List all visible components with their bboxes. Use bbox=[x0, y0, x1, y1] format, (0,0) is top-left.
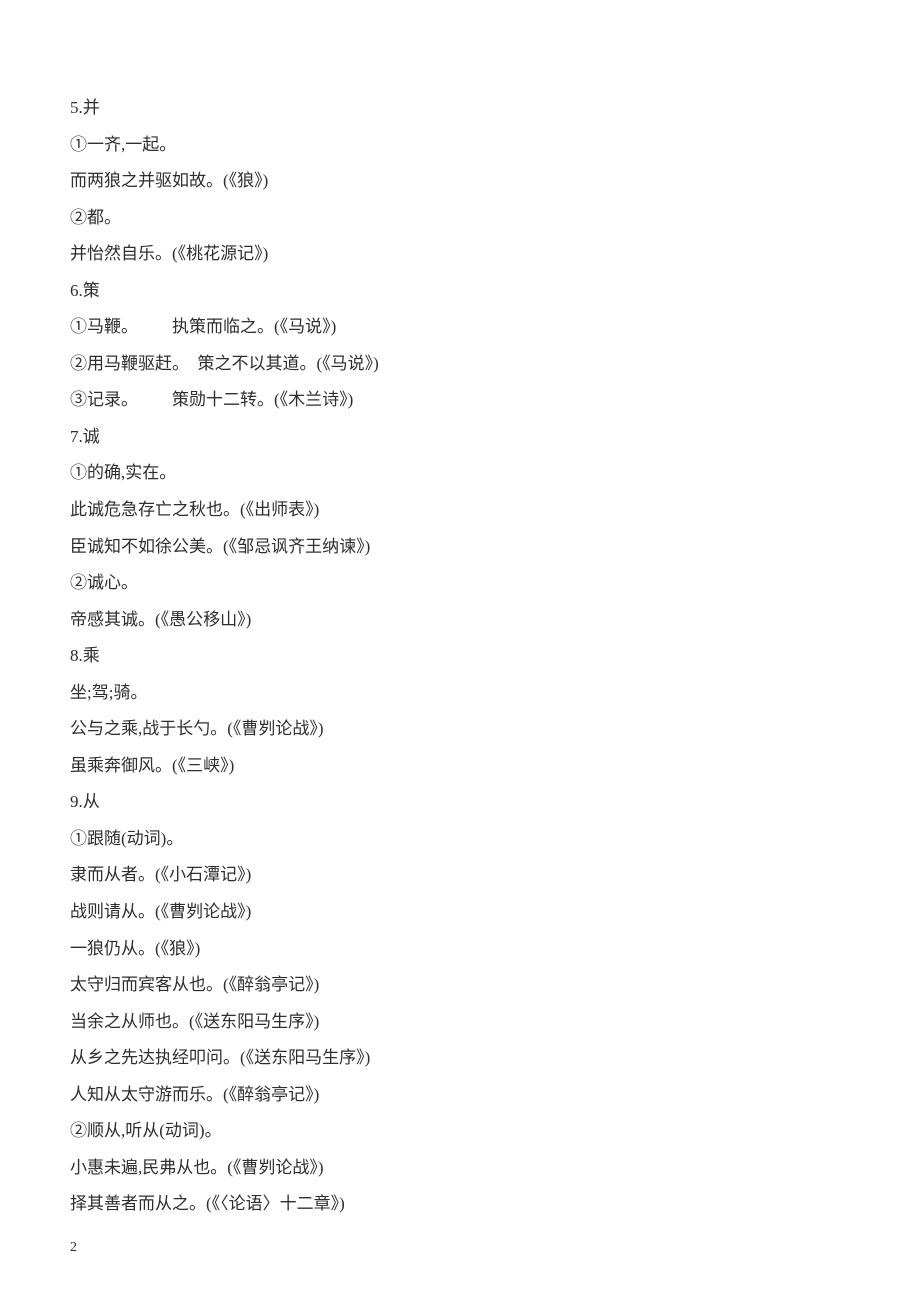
text-line: ①的确,实在。 bbox=[70, 455, 850, 492]
text-line: 7.诚 bbox=[70, 419, 850, 456]
text-line: 此诚危急存亡之秋也。(《出师表》) bbox=[70, 492, 850, 529]
text-line: ①一齐,一起。 bbox=[70, 127, 850, 164]
text-line: 而两狼之并驱如故。(《狼》) bbox=[70, 163, 850, 200]
text-line: 5.并 bbox=[70, 90, 850, 127]
document-page: 5.并①一齐,一起。而两狼之并驱如故。(《狼》)②都。并怡然自乐。(《桃花源记》… bbox=[0, 0, 920, 1303]
text-line: 战则请从。(《曹刿论战》) bbox=[70, 894, 850, 931]
text-line: 小惠未遍,民弗从也。(《曹刿论战》) bbox=[70, 1150, 850, 1187]
page-number: 2 bbox=[70, 1233, 850, 1263]
text-line: ②都。 bbox=[70, 200, 850, 237]
text-line: ①跟随(动词)。 bbox=[70, 821, 850, 858]
text-line: 并怡然自乐。(《桃花源记》) bbox=[70, 236, 850, 273]
text-line: 帝感其诚。(《愚公移山》) bbox=[70, 602, 850, 639]
text-line: 臣诚知不如徐公美。(《邹忌讽齐王纳谏》) bbox=[70, 529, 850, 566]
text-line: ③记录。 策勋十二转。(《木兰诗》) bbox=[70, 382, 850, 419]
text-line: 当余之从师也。(《送东阳马生序》) bbox=[70, 1004, 850, 1041]
text-line: 坐;驾;骑。 bbox=[70, 675, 850, 712]
text-line: 太守归而宾客从也。(《醉翁亭记》) bbox=[70, 967, 850, 1004]
text-line: 6.策 bbox=[70, 273, 850, 310]
text-line: 隶而从者。(《小石潭记》) bbox=[70, 857, 850, 894]
text-line: 公与之乘,战于长勺。(《曹刿论战》) bbox=[70, 711, 850, 748]
text-line: ②顺从,听从(动词)。 bbox=[70, 1113, 850, 1150]
text-line: ②用马鞭驱赶。 策之不以其道。(《马说》) bbox=[70, 346, 850, 383]
text-line: 择其善者而从之。(《〈论语〉十二章》) bbox=[70, 1186, 850, 1223]
text-line: 一狼仍从。(《狼》) bbox=[70, 931, 850, 968]
text-line: 从乡之先达执经叩问。(《送东阳马生序》) bbox=[70, 1040, 850, 1077]
text-line: ②诚心。 bbox=[70, 565, 850, 602]
text-line: 9.从 bbox=[70, 784, 850, 821]
text-line: 虽乘奔御风。(《三峡》) bbox=[70, 748, 850, 785]
text-line: 人知从太守游而乐。(《醉翁亭记》) bbox=[70, 1077, 850, 1114]
text-line: ①马鞭。 执策而临之。(《马说》) bbox=[70, 309, 850, 346]
text-line: 8.乘 bbox=[70, 638, 850, 675]
content-body: 5.并①一齐,一起。而两狼之并驱如故。(《狼》)②都。并怡然自乐。(《桃花源记》… bbox=[70, 90, 850, 1223]
